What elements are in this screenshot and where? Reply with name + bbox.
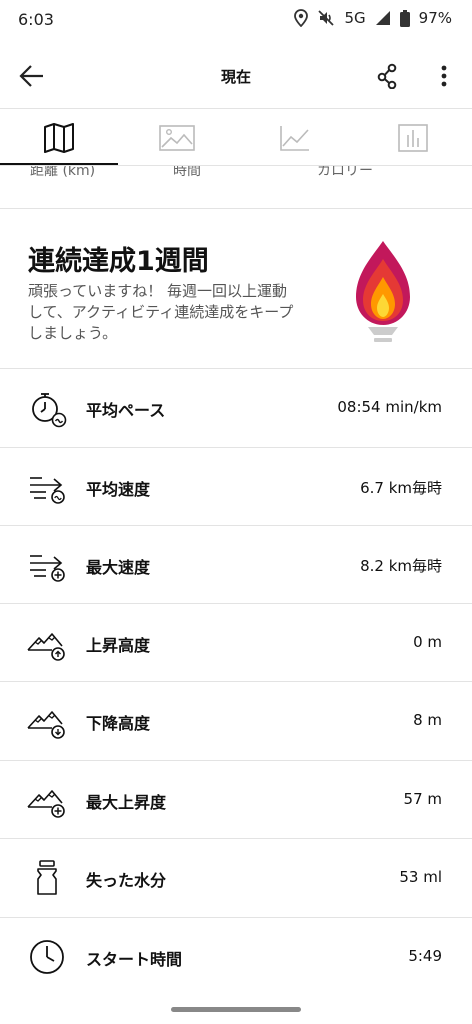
streak-title: 連続達成1週間 xyxy=(28,246,209,277)
tab-graph[interactable] xyxy=(236,110,354,166)
stat-row-max-speed: 最大速度 8.2 km毎時 xyxy=(0,526,472,604)
tab-photos[interactable] xyxy=(118,110,236,166)
calories-label: カロリー xyxy=(317,166,373,179)
share-button[interactable] xyxy=(370,58,406,94)
elevation-gain-label: 上昇高度 xyxy=(86,636,151,655)
line-chart-icon xyxy=(280,126,309,151)
start-time-value: 5:49 xyxy=(408,947,442,965)
more-vert-icon xyxy=(441,65,447,87)
clock-icon xyxy=(30,940,64,974)
stat-row-water-loss: 失った水分 53 ml xyxy=(0,839,472,917)
streak-card: 連続達成1週間 頑張っていますね！ 毎週一回以上運動して、アクティビティ連続達成… xyxy=(0,209,472,369)
mountain-up-icon xyxy=(27,633,65,661)
elevation-loss-value: 8 m xyxy=(413,711,442,729)
view-tabs xyxy=(0,110,472,166)
tab-stats[interactable] xyxy=(354,110,472,166)
avg-speed-label: 平均速度 xyxy=(86,480,151,499)
map-icon xyxy=(44,123,74,153)
more-options-button[interactable] xyxy=(428,58,460,94)
water-loss-value: 53 ml xyxy=(399,868,442,886)
max-speed-label: 最大速度 xyxy=(86,558,151,577)
speed-avg-icon xyxy=(30,477,65,504)
water-loss-label: 失った水分 xyxy=(86,871,167,890)
mute-icon xyxy=(317,9,335,27)
status-time: 6:03 xyxy=(18,10,54,29)
location-icon xyxy=(294,9,309,27)
elevation-loss-label: 下降高度 xyxy=(86,714,151,733)
signal-icon xyxy=(375,10,391,26)
distance-label: 距離 (km) xyxy=(30,166,96,179)
status-bar: 6:03 5G 97% xyxy=(0,0,472,40)
gesture-nav-handle[interactable] xyxy=(171,1007,301,1012)
summary-peek-row: 距離 (km) 時間 カロリー xyxy=(0,166,472,208)
stat-row-max-elevation: 最大上昇度 57 m xyxy=(0,761,472,839)
stat-row-avg-pace: 平均ペース 08:54 min/km xyxy=(0,369,472,447)
network-label: 5G xyxy=(344,9,366,27)
app-bar-divider xyxy=(0,108,472,109)
battery-label: 97% xyxy=(418,9,452,27)
max-speed-value: 8.2 km毎時 xyxy=(360,557,442,575)
speed-max-icon xyxy=(30,555,65,582)
stat-row-elevation-loss: 下降高度 8 m xyxy=(0,682,472,760)
bottle-icon xyxy=(37,860,57,895)
stat-row-elevation-gain: 上昇高度 0 m xyxy=(0,604,472,682)
share-icon xyxy=(377,63,397,89)
stat-row-start-time: スタート時間 5:49 xyxy=(0,918,472,996)
start-time-label: スタート時間 xyxy=(86,950,183,969)
max-elevation-value: 57 m xyxy=(403,790,442,808)
status-icons: 5G 97% xyxy=(294,9,452,27)
stat-row-avg-speed: 平均速度 6.7 km毎時 xyxy=(0,448,472,526)
battery-icon xyxy=(399,9,410,27)
streak-message: 頑張っていますね！ 毎週一回以上運動して、アクティビティ連続達成をキープしましょ… xyxy=(28,282,294,342)
mountain-max-icon xyxy=(27,790,65,818)
max-elevation-label: 最大上昇度 xyxy=(86,793,167,812)
app-bar: 現在 xyxy=(0,40,472,110)
stopwatch-icon xyxy=(32,393,67,428)
avg-speed-value: 6.7 km毎時 xyxy=(360,479,442,497)
flame-torch-icon xyxy=(356,241,410,342)
elevation-gain-value: 0 m xyxy=(413,633,442,651)
avg-pace-label: 平均ペース xyxy=(86,401,166,420)
time-label: 時間 xyxy=(173,166,201,179)
image-icon xyxy=(159,125,195,151)
bar-chart-icon xyxy=(398,124,428,152)
mountain-down-icon xyxy=(27,711,65,739)
tab-map[interactable] xyxy=(0,110,118,166)
avg-pace-value: 08:54 min/km xyxy=(337,398,442,416)
